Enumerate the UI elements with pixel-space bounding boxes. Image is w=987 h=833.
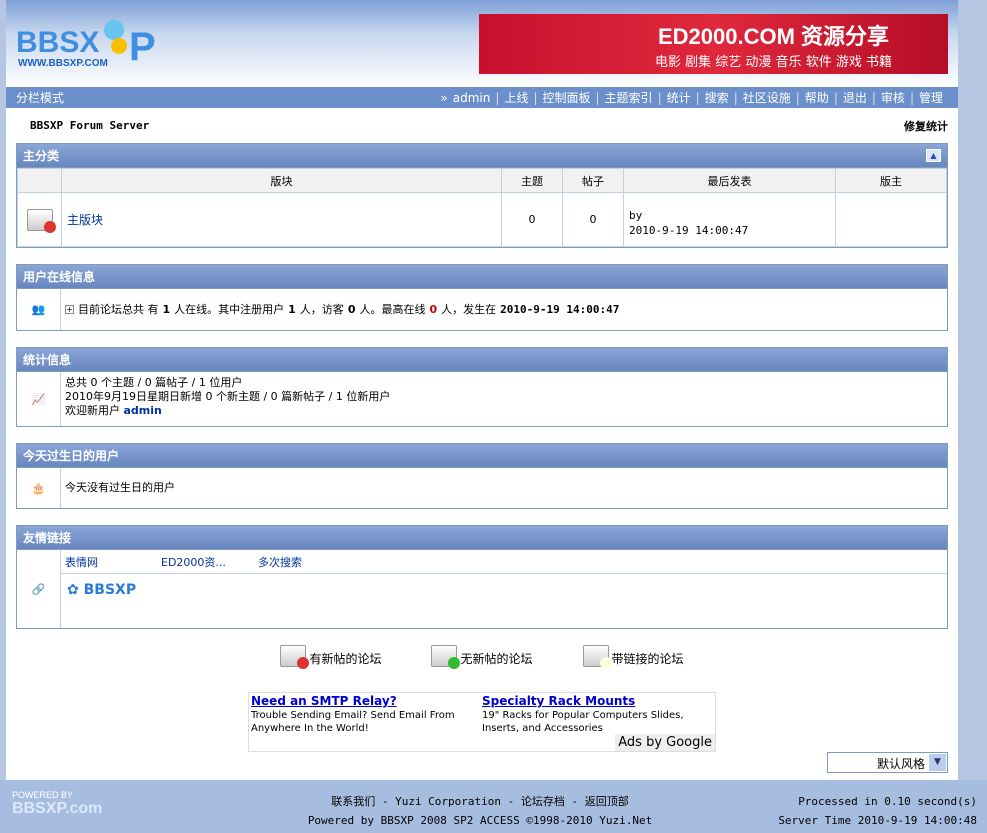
online-text: 人，发生在 (441, 302, 497, 316)
col-moderator: 版主 (835, 168, 947, 193)
banner-subtitle: 电影 剧集 综艺 动漫 音乐 软件 游戏 书籍 (655, 54, 892, 70)
last-post-time: 2010-9-19 14:00:47 (629, 224, 749, 237)
footer-links[interactable]: 联系我们 - Yuzi Corporation - 论坛存档 - 返回顶部 (300, 792, 660, 811)
moderator (835, 192, 947, 247)
link-forum-icon (582, 645, 612, 669)
forum-table: 版块 主题 帖子 最后发表 版主 主版块 0 0 by 2010-9-19 14:00:4… (17, 168, 947, 247)
nav-admin[interactable]: admin (453, 91, 491, 105)
forum-title: BBSXP Forum Server (30, 119, 150, 132)
svg-text:WWW.BBSXP.COM: WWW.BBSXP.COM (18, 58, 108, 69)
stats-total: 总共 0 个主题 / 0 篇帖子 / 1 位用户 (65, 376, 243, 389)
chevron-down-icon[interactable]: ▼ (929, 754, 946, 771)
bbsxp-logo[interactable]: BBSX P WWW.BBSXP.COM (14, 8, 164, 70)
repair-stats-link[interactable]: 修复统计 (904, 118, 948, 134)
birthday-text: 今天没有过生日的用户 (65, 481, 175, 494)
section-title: 用户在线信息 (23, 270, 96, 284)
powered-text: Powered by BBSXP 2008 SP2 ACCESS ©1998-2… (307, 814, 653, 827)
nav-stats[interactable]: 统计 (667, 89, 691, 106)
forum-new-posts-icon (26, 208, 56, 233)
legend-label: 无新帖的论坛 (460, 652, 533, 666)
style-select[interactable]: 默认风格 ▼ (827, 752, 948, 773)
new-user-label: 欢迎新用户 (65, 404, 120, 417)
sub-header: BBSXP Forum Server 修复统计 (6, 108, 958, 143)
google-ads: Need an SMTP Relay? Trouble Sending Email… (248, 692, 716, 752)
online-total: 1 (162, 302, 171, 316)
footer: POWERED BY BBSXP.com 联系我们 - Yuzi Corporat… (0, 780, 987, 833)
section-title: 主分类 (23, 149, 60, 163)
friend-link[interactable]: ED2000资... (161, 554, 258, 570)
no-new-posts-icon (431, 645, 461, 669)
banner-title: ED2000.COM 资源分享 (657, 23, 890, 49)
col-last-post: 最后发表 (623, 168, 836, 193)
nav-arrow: » (440, 90, 448, 105)
layout-mode-link[interactable]: 分栏模式 (16, 89, 440, 106)
col-forum: 版块 (61, 168, 502, 193)
nav-control-panel[interactable]: 控制面板 (542, 89, 590, 106)
online-registered: 1 (288, 302, 296, 316)
topic-count: 0 (501, 192, 563, 247)
ad-link[interactable]: Specialty Rack Mounts (482, 694, 635, 708)
online-text: 目前论坛总共 有 (78, 302, 159, 316)
col-posts: 帖子 (562, 168, 624, 193)
online-section: 用户在线信息 👥 + 目前论坛总共 有1 人在线。其中注册用户 1 人，访客 0 人… (16, 264, 948, 331)
nav-manage[interactable]: 管理 (919, 89, 943, 106)
ad-text: Trouble Sending Email? Send Email From A… (251, 710, 455, 734)
nav-review[interactable]: 审核 (881, 89, 905, 106)
links-section: 友情链接 🔗 表情网 ED2000资... 多次搜索 ✿ BBSXP (16, 525, 948, 629)
col-topics: 主题 (501, 168, 563, 193)
online-text: 人。最高在线 (359, 302, 426, 316)
post-count: 0 (562, 192, 624, 247)
collapse-icon[interactable]: ▲ (926, 149, 941, 162)
server-time: Server Time 2010-9-19 14:00:48 (778, 814, 977, 827)
nav-community[interactable]: 社区设施 (743, 89, 791, 106)
birthday-section: 今天过生日的用户 🎂 今天没有过生日的用户 (16, 443, 948, 509)
friend-link[interactable]: 多次搜索 (258, 554, 302, 570)
nav-help[interactable]: 帮助 (805, 89, 829, 106)
ads-by-google[interactable]: Ads by Google (615, 734, 715, 751)
online-text: 人在线。其中注册用户 (174, 302, 285, 316)
online-guests: 0 (347, 302, 356, 316)
ad-link[interactable]: Need an SMTP Relay? (251, 694, 397, 708)
link-icon: 🔗 (17, 550, 61, 628)
nav-topic-index[interactable]: 主题索引 (605, 89, 653, 106)
nav-search[interactable]: 搜索 (705, 89, 729, 106)
online-text: 人，访客 (299, 302, 344, 316)
nav-logout[interactable]: 退出 (843, 89, 867, 106)
legend-label: 有新帖的论坛 (309, 652, 382, 666)
stats-today: 2010年9月19日星期日新增 0 个新主题 / 0 篇新帖子 / 1 位新用户 (65, 390, 391, 403)
section-title: 统计信息 (23, 353, 72, 367)
stats-section: 统计信息 📈 总共 0 个主题 / 0 篇帖子 / 1 位用户 2010年9月1… (16, 347, 948, 427)
table-row: 主版块 0 0 by 2010-9-19 14:00:47 (17, 192, 947, 247)
ad-text: 19" Racks for Popular Computers Slides, … (482, 710, 684, 734)
svg-text:P: P (129, 25, 156, 69)
online-max-time: 2010-9-19 14:00:47 (500, 302, 620, 316)
svg-text:BBSX: BBSX (16, 26, 99, 59)
section-title: 友情链接 (23, 531, 72, 545)
section-title: 今天过生日的用户 (23, 449, 120, 463)
bbsxp-link-logo[interactable]: ✿ BBSXP (61, 574, 947, 606)
forum-link[interactable]: 主版块 (67, 213, 103, 227)
online-max: 0 (429, 302, 438, 316)
new-user-link[interactable]: admin (124, 404, 162, 417)
chart-icon: 📈 (17, 372, 61, 426)
friend-link[interactable]: 表情网 (65, 554, 161, 570)
cake-icon: 🎂 (17, 468, 61, 508)
new-posts-icon (280, 645, 310, 669)
main-category-section: 主分类 ▲ 版块 主题 帖子 最后发表 版主 主版块 0 0 by 2010-9-19 14… (16, 143, 948, 248)
header: BBSX P WWW.BBSXP.COM ED2000.COM 资源分享 电影 … (6, 0, 958, 87)
forum-legend: 有新帖的论坛 无新帖的论坛 带链接的论坛 (6, 645, 958, 669)
last-post-by: by (629, 209, 643, 222)
powered-by-logo[interactable]: POWERED BY BBSXP.com (12, 790, 102, 818)
top-nav: 分栏模式 » admin | 上线 | 控制面板 | 主题索引 | 统计 | 搜索 | 社区… (6, 87, 958, 108)
users-online-icon: 👥 (17, 289, 61, 330)
page: BBSX P WWW.BBSXP.COM ED2000.COM 资源分享 电影 … (6, 0, 958, 780)
legend-label: 带链接的论坛 (611, 652, 684, 666)
ed2000-banner[interactable]: ED2000.COM 资源分享 电影 剧集 综艺 动漫 音乐 软件 游戏 书籍 (479, 14, 948, 74)
nav-online[interactable]: 上线 (504, 89, 528, 106)
processed-time: Processed in 0.10 second(s) (798, 795, 977, 808)
expand-icon[interactable]: + (65, 305, 74, 314)
